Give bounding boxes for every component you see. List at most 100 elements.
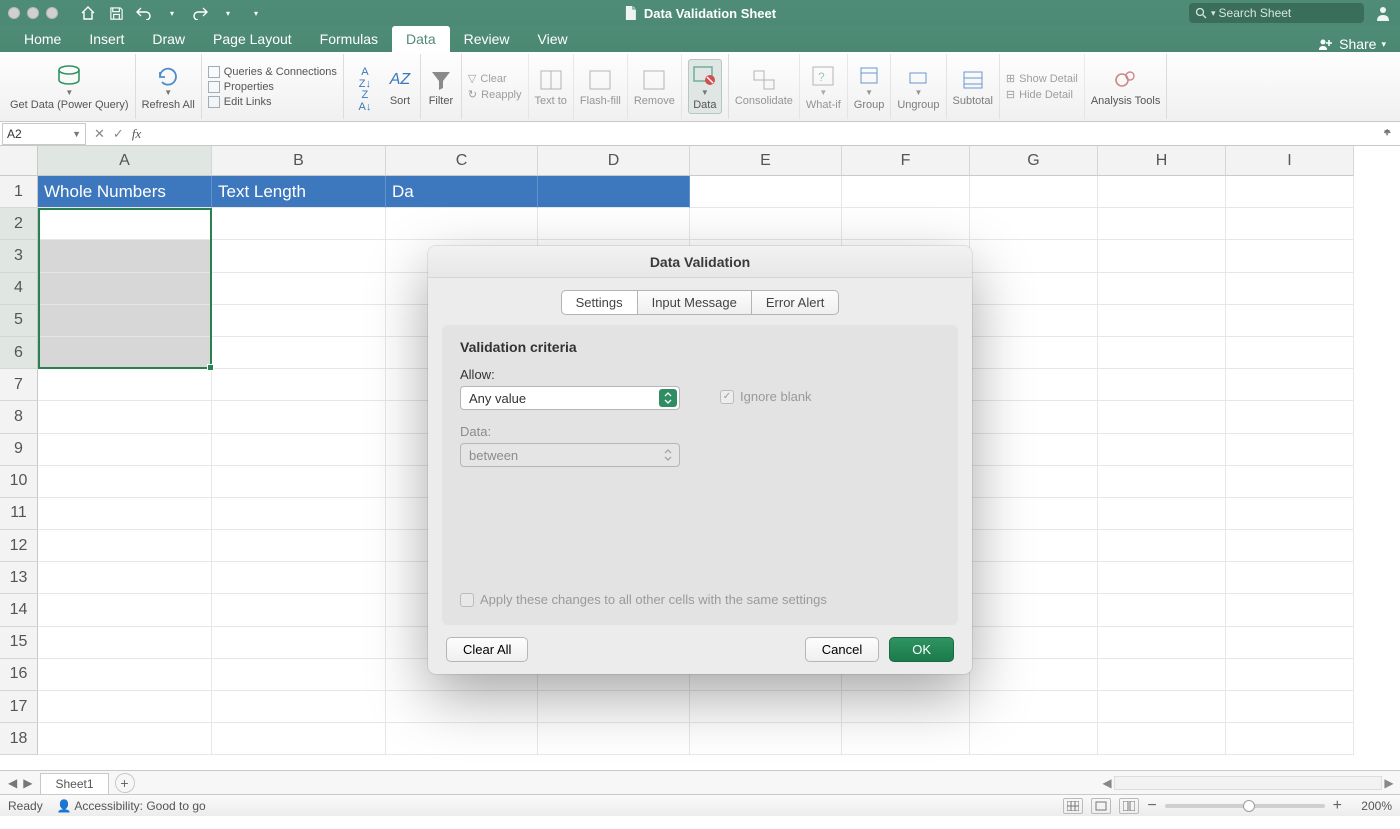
get-data-button[interactable]: ▼ Get Data (Power Query)	[10, 62, 129, 111]
scroll-track[interactable]	[1114, 776, 1382, 790]
flash-fill-button[interactable]: Flash-fill	[580, 66, 621, 107]
col-header-C[interactable]: C	[386, 146, 538, 176]
row-header[interactable]: 14	[0, 594, 38, 626]
qat-customize-icon[interactable]: ▾	[248, 5, 264, 21]
properties-button[interactable]: Properties	[208, 81, 274, 93]
spreadsheet-grid[interactable]: A B C D E F G H I 1 2 3 4 5 6 7 8 9 10 1…	[0, 146, 1400, 770]
sort-button[interactable]: AZ Sort	[386, 66, 414, 107]
row-header[interactable]: 18	[0, 723, 38, 755]
row-header[interactable]: 8	[0, 401, 38, 433]
row-header[interactable]: 11	[0, 498, 38, 530]
hide-detail-button[interactable]: ⊟Hide Detail	[1006, 88, 1073, 101]
row-header[interactable]: 13	[0, 562, 38, 594]
formula-input[interactable]	[147, 123, 1374, 145]
reapply-filter-button[interactable]: ↻Reapply	[468, 88, 522, 101]
row-header[interactable]: 1	[0, 176, 38, 208]
show-detail-button[interactable]: ⊞Show Detail	[1006, 72, 1078, 85]
data-validation-button[interactable]: ▼Data	[688, 59, 722, 114]
cell-H1[interactable]	[1098, 176, 1226, 208]
tab-data[interactable]: Data	[392, 26, 450, 52]
cell-B1[interactable]: Text Length	[212, 176, 386, 208]
analysis-tools-button[interactable]: Analysis Tools	[1091, 66, 1161, 107]
undo-dropdown-icon[interactable]: ▾	[164, 5, 180, 21]
cell-C1[interactable]: Da	[386, 176, 538, 208]
cell-E1[interactable]	[690, 176, 842, 208]
search-dropdown-icon[interactable]: ▾	[1211, 8, 1216, 19]
row-header[interactable]: 10	[0, 466, 38, 498]
allow-stepper-icon[interactable]	[659, 389, 677, 407]
row-header[interactable]: 16	[0, 659, 38, 691]
clear-all-button[interactable]: Clear All	[446, 637, 528, 662]
select-all-corner[interactable]	[0, 146, 38, 176]
zoom-slider[interactable]	[1165, 804, 1325, 808]
group-button[interactable]: ▼Group	[854, 62, 885, 111]
redo-icon[interactable]	[192, 5, 208, 21]
normal-view-button[interactable]	[1063, 798, 1083, 814]
scroll-left-icon[interactable]: ◀	[1100, 776, 1114, 790]
col-header-G[interactable]: G	[970, 146, 1098, 176]
filter-button[interactable]: Filter	[427, 66, 455, 107]
row-header[interactable]: 5	[0, 305, 38, 337]
fx-icon[interactable]: fx	[132, 126, 141, 142]
collapse-ribbon-button[interactable]: ⌃	[1381, 126, 1394, 146]
tab-view[interactable]: View	[524, 26, 582, 52]
cell-A1[interactable]: Whole Numbers	[38, 176, 212, 208]
tab-page-layout[interactable]: Page Layout	[199, 26, 306, 52]
page-layout-view-button[interactable]	[1091, 798, 1111, 814]
sort-desc-button[interactable]: ZA↓	[350, 89, 380, 113]
dialog-tab-settings[interactable]: Settings	[561, 290, 638, 315]
share-dropdown-icon[interactable]: ▾	[1381, 39, 1386, 50]
ungroup-button[interactable]: ▼Ungroup	[897, 62, 939, 111]
queries-connections-button[interactable]: Queries & Connections	[208, 66, 337, 78]
cell-I1[interactable]	[1226, 176, 1354, 208]
cell-D1[interactable]	[538, 176, 690, 208]
cancel-formula-icon[interactable]: ✕	[94, 126, 105, 142]
name-box[interactable]: A2 ▼	[2, 123, 86, 145]
dialog-tab-error-alert[interactable]: Error Alert	[752, 290, 840, 315]
tab-insert[interactable]: Insert	[75, 26, 138, 52]
sheet-nav-next-icon[interactable]: ▶	[23, 776, 32, 790]
row-header[interactable]: 9	[0, 434, 38, 466]
col-header-I[interactable]: I	[1226, 146, 1354, 176]
refresh-all-button[interactable]: ▼ Refresh All	[142, 62, 195, 111]
ok-button[interactable]: OK	[889, 637, 954, 662]
col-header-H[interactable]: H	[1098, 146, 1226, 176]
cell-A3[interactable]	[38, 240, 212, 272]
cell-A6[interactable]	[38, 337, 212, 369]
zoom-out-button[interactable]: −	[1147, 797, 1156, 815]
cell-F1[interactable]	[842, 176, 970, 208]
row-header[interactable]: 15	[0, 627, 38, 659]
undo-icon[interactable]	[136, 5, 152, 21]
col-header-B[interactable]: B	[212, 146, 386, 176]
zoom-level[interactable]: 200%	[1350, 799, 1392, 813]
row-header[interactable]: 4	[0, 273, 38, 305]
row-header[interactable]: 12	[0, 530, 38, 562]
subtotal-button[interactable]: Subtotal	[953, 66, 993, 107]
cancel-button[interactable]: Cancel	[805, 637, 879, 662]
search-sheet-input[interactable]: ▾ Search Sheet	[1189, 3, 1364, 23]
clear-filter-button[interactable]: ▽Clear	[468, 72, 507, 85]
cell-G1[interactable]	[970, 176, 1098, 208]
consolidate-button[interactable]: Consolidate	[735, 66, 793, 107]
close-window-button[interactable]	[8, 7, 20, 19]
allow-dropdown[interactable]: Any value	[460, 386, 680, 410]
dialog-tab-input-message[interactable]: Input Message	[638, 290, 752, 315]
user-account-icon[interactable]	[1374, 4, 1392, 22]
tab-review[interactable]: Review	[450, 26, 524, 52]
row-header[interactable]: 6	[0, 337, 38, 369]
cell-A2[interactable]	[38, 208, 212, 240]
cell-C2[interactable]	[386, 208, 538, 240]
scroll-right-icon[interactable]: ▶	[1382, 776, 1396, 790]
tab-home[interactable]: Home	[10, 26, 75, 52]
row-header[interactable]: 3	[0, 240, 38, 272]
page-break-view-button[interactable]	[1119, 798, 1139, 814]
confirm-formula-icon[interactable]: ✓	[113, 126, 124, 142]
redo-dropdown-icon[interactable]: ▾	[220, 5, 236, 21]
zoom-window-button[interactable]	[46, 7, 58, 19]
zoom-in-button[interactable]: +	[1333, 797, 1342, 815]
minimize-window-button[interactable]	[27, 7, 39, 19]
cell-A5[interactable]	[38, 305, 212, 337]
row-header[interactable]: 17	[0, 691, 38, 723]
col-header-E[interactable]: E	[690, 146, 842, 176]
row-header[interactable]: 7	[0, 369, 38, 401]
